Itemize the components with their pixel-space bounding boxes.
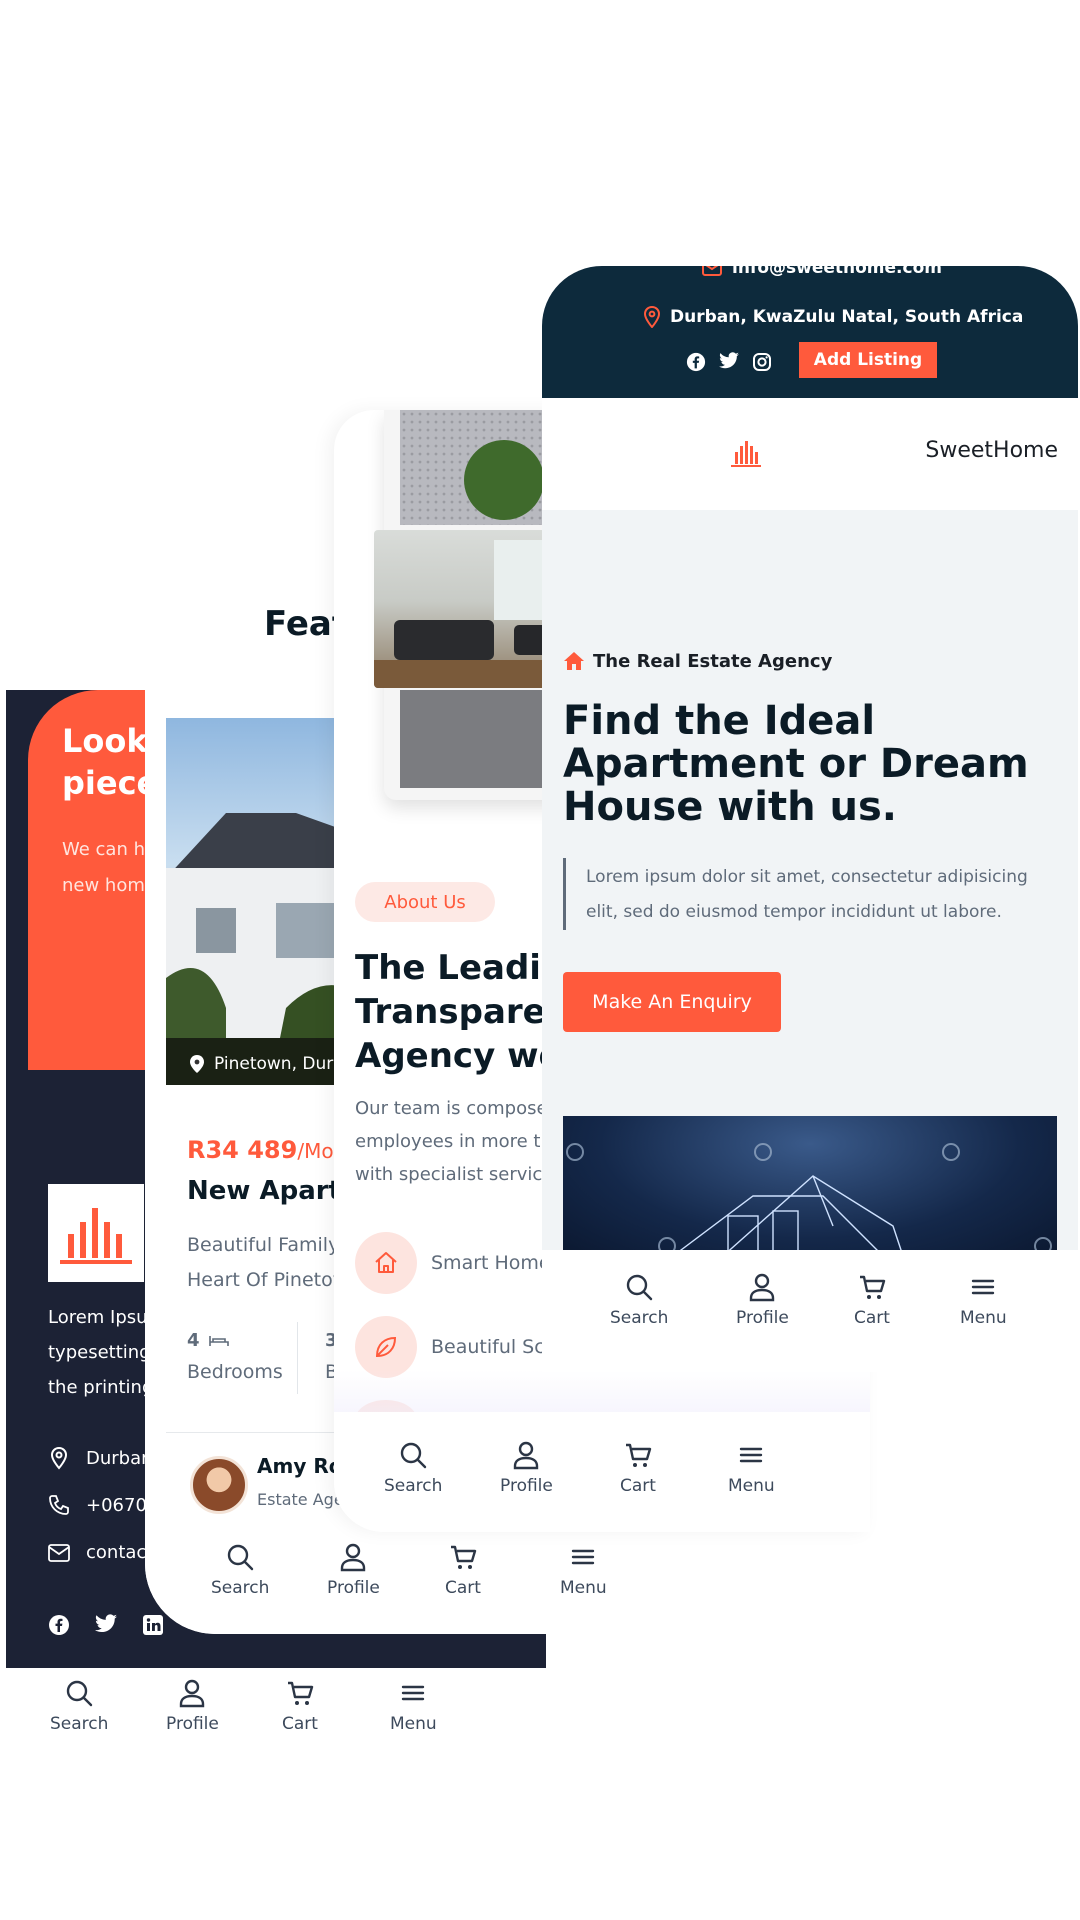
- listing-price: R34 489/Mon: [187, 1136, 347, 1164]
- stat-divider: [297, 1322, 298, 1394]
- search-icon: [228, 1544, 254, 1571]
- about-badge: About Us: [355, 882, 495, 922]
- nav-menu[interactable]: Menu: [960, 1272, 1007, 1328]
- nav-search[interactable]: Search: [211, 1542, 269, 1598]
- building-logo-icon: [60, 1208, 132, 1264]
- address-text: Durbar: [86, 1447, 149, 1469]
- search-icon: [67, 1680, 93, 1707]
- footer-email[interactable]: contac: [48, 1542, 146, 1563]
- sweethome-logo-icon[interactable]: [728, 438, 764, 470]
- footer-phone[interactable]: +0670: [48, 1494, 147, 1516]
- top-bar: info@sweethome.com Durban, KwaZulu Natal…: [542, 266, 1078, 398]
- about-text: Our team is compose employees in more th…: [355, 1098, 554, 1185]
- menu-icon: [572, 1549, 595, 1565]
- facebook-icon[interactable]: [686, 352, 706, 372]
- user-icon: [750, 1273, 775, 1302]
- phone-icon: [49, 1495, 69, 1515]
- cart-icon: [450, 1545, 477, 1569]
- agent-avatar[interactable]: [190, 1456, 248, 1514]
- mail-icon: [48, 1543, 70, 1562]
- brand-name[interactable]: SweetHome: [925, 438, 1058, 463]
- nav-profile[interactable]: Profile: [327, 1542, 380, 1598]
- nav-profile[interactable]: Profile: [166, 1678, 219, 1734]
- search-icon: [627, 1274, 653, 1301]
- digital-house-graphic: [566, 1143, 1052, 1256]
- user-icon: [341, 1543, 366, 1572]
- intro-quote-bar: [563, 858, 566, 930]
- listing-location: Pinetown, Durl: [190, 1054, 338, 1074]
- instagram-icon[interactable]: [752, 352, 772, 372]
- nav-menu[interactable]: Menu: [560, 1542, 607, 1598]
- cart-icon: [859, 1275, 886, 1299]
- location-pin-icon: [190, 1055, 204, 1073]
- menu-icon: [972, 1279, 995, 1295]
- cart-icon: [287, 1681, 314, 1705]
- nav-menu[interactable]: Menu: [390, 1678, 437, 1734]
- topbar-address: Durban, KwaZulu Natal, South Africa: [644, 306, 1023, 328]
- nav-profile[interactable]: Profile: [500, 1440, 553, 1496]
- cart-icon: [625, 1443, 652, 1467]
- phone-text: +0670: [86, 1494, 147, 1516]
- search-icon: [401, 1442, 427, 1469]
- twitter-icon[interactable]: [718, 352, 740, 370]
- leaf-icon: [375, 1336, 397, 1358]
- menu-icon: [402, 1685, 425, 1701]
- nav-profile[interactable]: Profile: [736, 1272, 789, 1328]
- hero-text: We can h new hom: [62, 839, 146, 896]
- listing-description: Beautiful Family Heart Of Pinetov: [187, 1234, 344, 1291]
- bottom-nav-2: Search Profile Cart: [145, 1534, 546, 1634]
- footer-text: Lorem Ipsu typesetting the printing: [48, 1307, 154, 1398]
- add-listing-button[interactable]: Add Listing: [799, 342, 937, 378]
- feature-icon-circle: [355, 1232, 417, 1294]
- nav-cart[interactable]: Cart: [445, 1542, 481, 1598]
- user-icon: [180, 1679, 205, 1708]
- footer-address: Durbar: [48, 1446, 149, 1470]
- twitter-icon[interactable]: [94, 1614, 118, 1634]
- feature-smart-home: Smart Home: [355, 1232, 551, 1294]
- make-enquiry-button[interactable]: Make An Enquiry: [563, 972, 781, 1032]
- home-icon: [564, 652, 584, 670]
- location-pin-icon: [50, 1446, 68, 1470]
- nav-cart[interactable]: Cart: [854, 1272, 890, 1328]
- feature-icon-circle: [355, 1316, 417, 1378]
- site-header: SweetHome: [542, 398, 1078, 510]
- nav-menu[interactable]: Menu: [728, 1440, 775, 1496]
- home-icon: [375, 1252, 397, 1273]
- hero-intro: Lorem ipsum dolor sit amet, consectetur …: [586, 867, 1028, 922]
- hero-image: [563, 1116, 1057, 1256]
- nav-search[interactable]: Search: [50, 1678, 108, 1734]
- bottom-nav-4: Search Profile Cart Menu: [542, 1250, 1078, 1372]
- hero-tagline: The Real Estate Agency: [563, 650, 832, 672]
- nav-cart[interactable]: Cart: [282, 1678, 318, 1734]
- mail-icon: [702, 266, 722, 276]
- bottom-nav-3: Search Profile Cart Menu: [334, 1412, 870, 1532]
- nav-search[interactable]: Search: [610, 1272, 668, 1328]
- topbar-email[interactable]: info@sweethome.com: [702, 266, 942, 278]
- facebook-icon[interactable]: [48, 1614, 70, 1636]
- bed-icon: [208, 1335, 229, 1346]
- nav-cart[interactable]: Cart: [620, 1440, 656, 1496]
- nav-search[interactable]: Search: [384, 1440, 442, 1496]
- user-icon: [514, 1441, 539, 1470]
- footer-logo-box: [48, 1184, 144, 1282]
- bedrooms-stat: 4 Bedrooms: [187, 1330, 283, 1383]
- topbar-social: [686, 352, 772, 372]
- screen-4: info@sweethome.com Durban, KwaZulu Natal…: [542, 266, 1078, 1372]
- menu-icon: [740, 1447, 763, 1463]
- hero-title: Find the Ideal Apartment or Dream House …: [563, 698, 1029, 830]
- location-pin-icon: [644, 306, 660, 328]
- bottom-nav-1: Search Profile Cart Menu: [6, 1668, 546, 1758]
- email-text: contac: [86, 1542, 147, 1563]
